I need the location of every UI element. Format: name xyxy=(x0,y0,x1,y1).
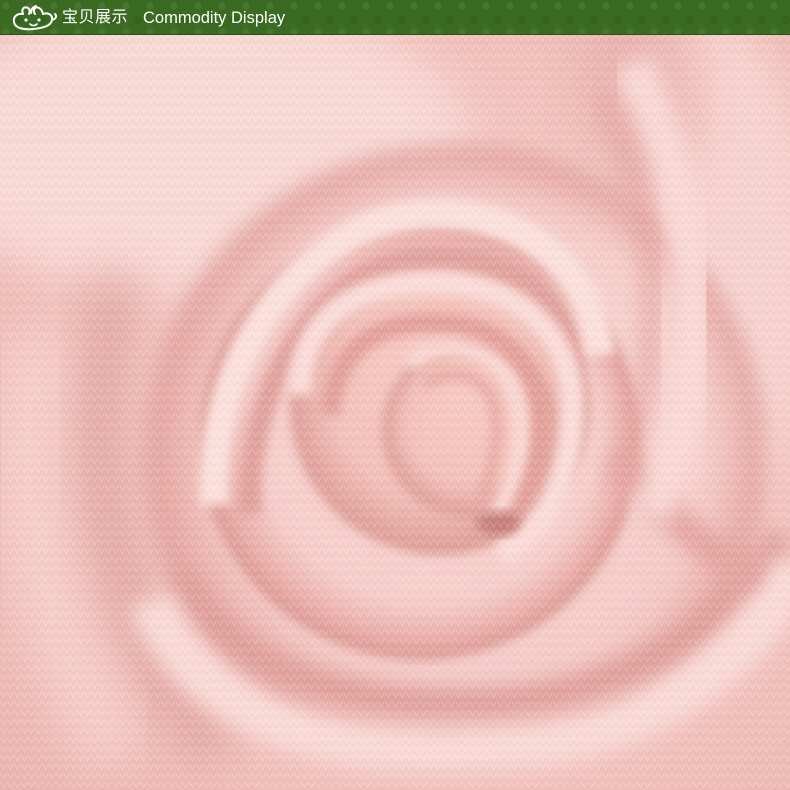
commodity-display-page: 宝贝展示 Commodity Display xyxy=(0,0,790,790)
section-title-chinese: 宝贝展示 xyxy=(62,7,129,26)
section-header-bar: 宝贝展示 Commodity Display xyxy=(0,0,790,35)
fabric-swirl-illustration xyxy=(0,35,790,790)
fabric-swirl-photo xyxy=(0,35,790,790)
section-title-english: Commodity Display xyxy=(143,9,286,27)
mascot-logo-icon xyxy=(9,4,59,32)
